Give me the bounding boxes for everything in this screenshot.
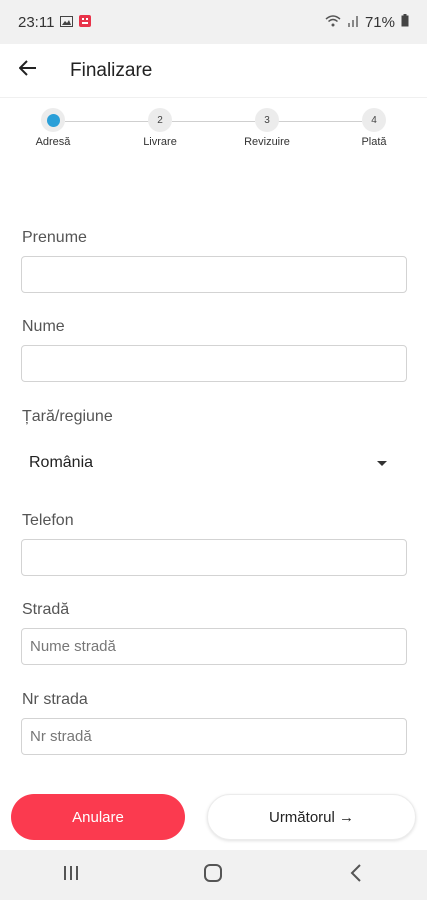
arrow-left-icon: [18, 60, 37, 81]
home-icon: [203, 863, 223, 887]
step-label: Revizuire: [244, 136, 290, 148]
step-circle: 2: [148, 108, 172, 132]
last-name-label: Nume: [22, 318, 65, 335]
status-right: 71%: [325, 13, 409, 31]
wifi-icon: [325, 14, 341, 31]
action-bar: Anulare Următorul →: [0, 784, 427, 850]
status-bar: 23:11 71%: [0, 0, 427, 44]
next-button[interactable]: Următorul →: [207, 794, 416, 840]
cancel-button[interactable]: Anulare: [11, 794, 185, 840]
dropdown-caret-icon: [377, 460, 387, 466]
street-number-label: Nr strada: [22, 691, 88, 708]
image-icon: [60, 14, 74, 31]
checkout-stepper: Adresă 2 Livrare 3 Revizuire 4 Plată: [0, 108, 427, 154]
phone-label: Telefon: [22, 512, 74, 529]
step-circle: 4: [362, 108, 386, 132]
battery-level: 71%: [364, 13, 395, 31]
step-delivery[interactable]: 2 Livrare: [125, 108, 195, 148]
first-name-label: Prenume: [22, 229, 87, 246]
page-title: Finalizare: [70, 59, 153, 81]
street-number-field[interactable]: [21, 718, 407, 755]
step-address[interactable]: Adresă: [18, 108, 88, 148]
status-time: 23:11: [18, 13, 55, 31]
phone-field[interactable]: [21, 539, 407, 576]
first-name-field[interactable]: [21, 256, 407, 293]
country-select[interactable]: România: [21, 446, 407, 480]
back-nav-icon: [350, 863, 362, 887]
recent-apps-icon: [62, 865, 80, 886]
country-value: România: [29, 454, 94, 471]
step-payment[interactable]: 4 Plată: [339, 108, 409, 148]
status-left: 23:11: [18, 13, 92, 31]
battery-icon: [401, 13, 409, 31]
app-bar: Finalizare: [0, 44, 427, 98]
step-label: Adresă: [35, 136, 71, 148]
step-label: Livrare: [143, 136, 177, 148]
street-field[interactable]: [21, 628, 407, 665]
app-notification-icon: [79, 14, 92, 31]
back-nav-button[interactable]: [331, 855, 381, 895]
step-review[interactable]: 3 Revizuire: [232, 108, 302, 148]
last-name-field[interactable]: [21, 345, 407, 382]
recent-apps-button[interactable]: [46, 855, 96, 895]
step-label: Plată: [361, 136, 387, 148]
street-label: Stradă: [22, 601, 70, 618]
signal-icon: [347, 14, 359, 31]
back-button[interactable]: [13, 56, 43, 86]
step-circle: 3: [255, 108, 279, 132]
home-button[interactable]: [188, 855, 238, 895]
step-circle: [41, 108, 65, 132]
country-label: Țară/regiune: [22, 408, 113, 425]
system-nav-bar: [0, 850, 427, 900]
